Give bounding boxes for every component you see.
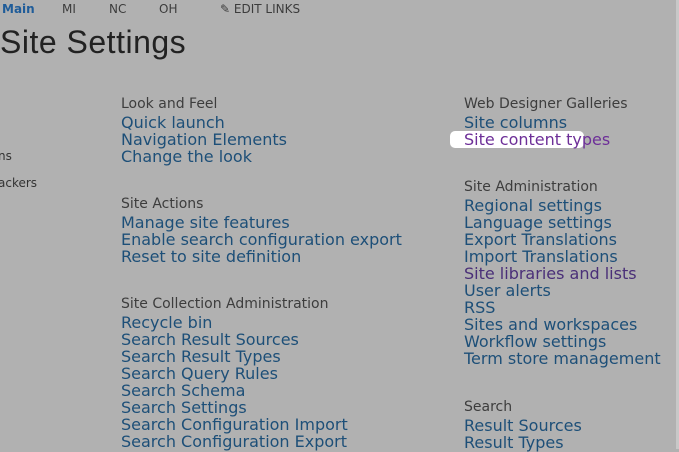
settings-section: Site Actions Manage site features Enable s… <box>121 195 402 265</box>
settings-section: Site Administration Regional settings Lang… <box>464 178 679 367</box>
settings-link[interactable]: Reset to site definition <box>121 248 381 265</box>
settings-link[interactable]: Search Result Sources <box>121 331 381 348</box>
settings-link[interactable]: Quick launch <box>121 114 381 131</box>
edit-links-button[interactable]: ✎ EDIT LINKS <box>220 2 300 16</box>
settings-link[interactable]: Result Sources <box>464 417 679 434</box>
settings-link[interactable]: Search Result Types <box>121 348 381 365</box>
settings-link[interactable]: Search Settings <box>121 399 381 416</box>
settings-link[interactable]: Language settings <box>464 214 679 231</box>
settings-link[interactable]: User alerts <box>464 282 679 299</box>
side-nav-fragment[interactable]: ackers <box>0 176 37 190</box>
nav-mi[interactable]: MI <box>62 2 76 16</box>
settings-link[interactable]: Search Configuration Export <box>121 433 381 450</box>
settings-link[interactable]: Term store management <box>464 350 679 367</box>
settings-link[interactable]: Search Schema <box>121 382 381 399</box>
settings-link[interactable]: Workflow settings <box>464 333 679 350</box>
settings-link[interactable]: Export Translations <box>464 231 679 248</box>
section-heading: Site Collection Administration <box>121 296 329 312</box>
settings-link[interactable]: Regional settings <box>464 197 679 214</box>
settings-link[interactable]: Result Types <box>464 434 679 451</box>
settings-link[interactable]: Sites and workspaces <box>464 316 679 333</box>
settings-link[interactable]: Search Configuration Import <box>121 416 381 433</box>
section-heading: Look and Feel <box>121 96 218 112</box>
settings-section: Look and Feel Quick launch Navigation Elem… <box>121 95 381 165</box>
nav-main[interactable]: Main <box>2 2 35 16</box>
settings-link[interactable]: Manage site features <box>121 214 381 231</box>
section-heading: Site Administration <box>464 179 598 195</box>
nav-nc[interactable]: NC <box>109 2 126 16</box>
pencil-icon: ✎ <box>220 2 231 16</box>
settings-link[interactable]: Change the look <box>121 148 381 165</box>
section-heading: Site Actions <box>121 196 204 212</box>
settings-link[interactable]: RSS <box>464 299 679 316</box>
settings-link[interactable]: Recycle bin <box>121 314 381 331</box>
section-heading: Web Designer Galleries <box>464 96 628 112</box>
section-heading: Search <box>464 399 513 415</box>
settings-link[interactable]: Import Translations <box>464 248 679 265</box>
nav-oh[interactable]: OH <box>159 2 177 16</box>
settings-section: Site Collection Administration Recycle bi… <box>121 295 381 450</box>
settings-link[interactable]: Site content types <box>450 131 610 148</box>
settings-link[interactable]: Enable search configuration export <box>121 231 402 248</box>
side-nav-fragment[interactable]: ns <box>0 149 12 163</box>
settings-section: Search Result Sources Result Types <box>464 398 679 451</box>
settings-link[interactable]: Site libraries and lists <box>464 265 679 282</box>
settings-section: Web Designer Galleries Site columns Site c… <box>450 95 679 148</box>
settings-link[interactable]: Navigation Elements <box>121 131 381 148</box>
page-title: Site Settings <box>0 24 187 60</box>
settings-link[interactable]: Site columns <box>464 114 679 131</box>
settings-link[interactable]: Search Query Rules <box>121 365 381 382</box>
